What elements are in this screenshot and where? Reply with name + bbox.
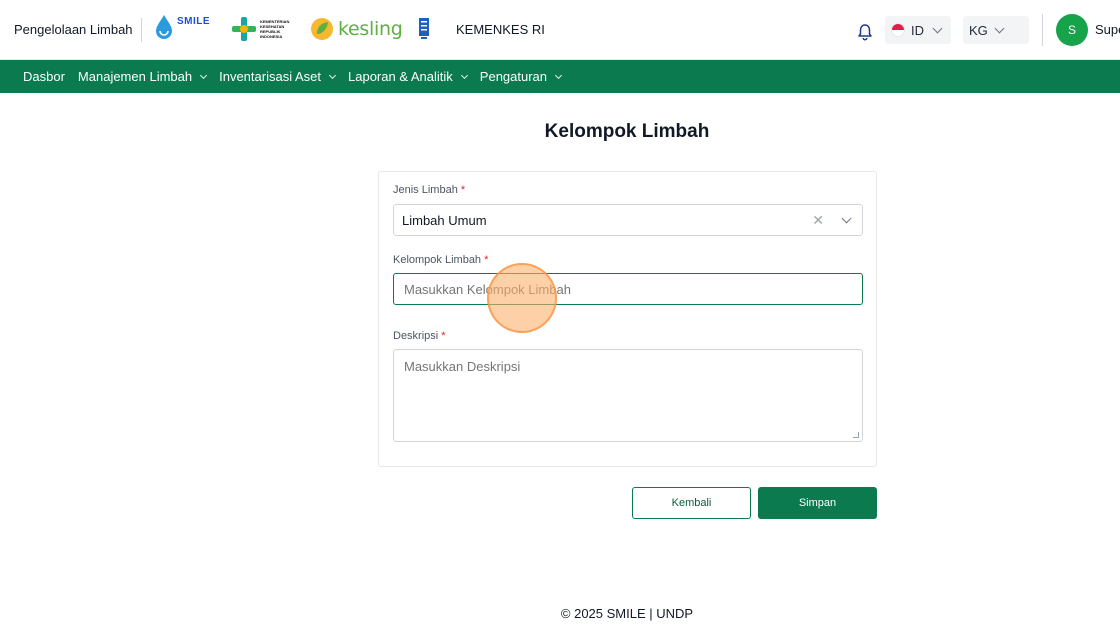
main-nav: Dasbor Manajemen Limbah Inventarisasi As…: [0, 60, 1120, 93]
click-indicator: [487, 263, 557, 333]
avatar[interactable]: S: [1056, 14, 1088, 46]
undp-emblem-icon: [419, 18, 429, 39]
chevron-down-icon[interactable]: [841, 213, 852, 224]
smile-logo-text: SMILE: [177, 15, 211, 27]
save-button[interactable]: Simpan: [758, 487, 877, 519]
jenis-limbah-select[interactable]: Limbah Umum ✕: [393, 204, 863, 236]
unit-select[interactable]: KG: [963, 16, 1029, 44]
required-mark: *: [484, 254, 489, 266]
kelompok-limbah-input[interactable]: [393, 273, 863, 305]
nav-item-inventarisasi-aset[interactable]: Inventarisasi Aset: [219, 69, 337, 84]
app-name: Pengelolaan Limbah: [14, 22, 133, 37]
deskripsi-textarea[interactable]: [393, 349, 863, 442]
kesling-logo-text: kesling: [338, 18, 403, 40]
footer-text: © 2025 SMILE | UNDP: [560, 606, 694, 621]
required-mark: *: [460, 184, 466, 196]
required-mark: *: [441, 330, 446, 342]
chevron-down-icon: [932, 23, 943, 33]
language-select[interactable]: ID: [885, 16, 951, 44]
kemenkes-logo-text: KEMENTERIAN KESEHATAN REPUBLIK INDONESIA: [260, 19, 290, 39]
nav-item-pengaturan[interactable]: Pengaturan: [479, 69, 563, 84]
nav-item-label: Inventarisasi Aset: [219, 69, 321, 84]
water-drop-icon: [156, 15, 172, 39]
chevron-down-icon: [200, 71, 208, 79]
jenis-limbah-label: Jenis Limbah *: [393, 184, 466, 196]
nav-item-label: Dasbor: [23, 69, 65, 84]
smile-logo: SMILE: [155, 14, 210, 40]
undp-logo: [419, 18, 429, 40]
chevron-down-icon: [460, 71, 468, 79]
jenis-limbah-value: Limbah Umum: [402, 212, 487, 228]
nav-item-label: Laporan & Analitik: [348, 69, 453, 84]
nav-item-laporan-analitik[interactable]: Laporan & Analitik: [348, 69, 468, 84]
nav-item-manajemen-limbah[interactable]: Manajemen Limbah: [77, 69, 208, 84]
resize-handle-icon[interactable]: [853, 432, 859, 438]
chevron-down-icon: [554, 71, 563, 79]
nav-item-label: Pengaturan: [479, 69, 548, 84]
chevron-down-icon: [328, 71, 337, 79]
top-header: Pengelolaan Limbah SMILE KEMENTERIAN KES…: [0, 0, 1120, 60]
language-value: ID: [911, 22, 924, 38]
nav-item-dasbor[interactable]: Dasbor: [23, 69, 65, 84]
kesling-logo: kesling: [310, 17, 403, 41]
back-button[interactable]: Kembali: [632, 487, 751, 519]
page-title: Kelompok Limbah: [544, 121, 710, 142]
bell-icon[interactable]: [856, 23, 874, 41]
kemenkes-emblem-icon: [232, 17, 256, 41]
form-card: Jenis Limbah * Limbah Umum ✕ Kelompok Li…: [378, 171, 877, 467]
unit-value: KG: [969, 22, 988, 38]
org-label: KEMENKES RI: [456, 22, 545, 37]
leaf-icon: [311, 18, 333, 40]
kelompok-limbah-label: Kelompok Limbah *: [393, 254, 489, 266]
header-divider: [141, 18, 142, 42]
chevron-down-icon: [994, 23, 1005, 33]
deskripsi-label: Deskripsi *: [393, 330, 446, 342]
flag-id-icon: [891, 23, 905, 37]
header-divider: [1042, 14, 1043, 46]
nav-item-label: Manajemen Limbah: [77, 69, 193, 84]
user-name[interactable]: Supe: [1095, 22, 1120, 37]
clear-icon[interactable]: ✕: [812, 212, 824, 229]
kemenkes-logo: KEMENTERIAN KESEHATAN REPUBLIK INDONESIA: [232, 17, 289, 41]
